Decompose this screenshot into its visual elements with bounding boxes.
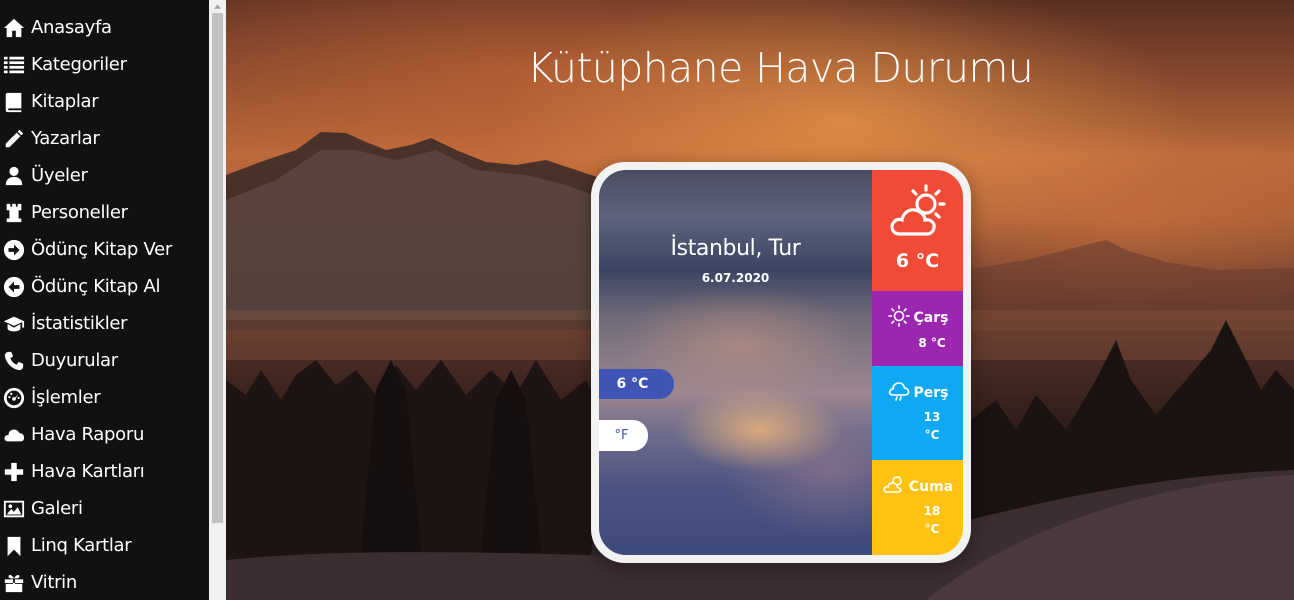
weather-date: 6.07.2020: [701, 271, 770, 285]
forecast-day-2-name: Perş: [913, 385, 949, 401]
sidebar-item-hava-kartlari[interactable]: Hava Kartları: [0, 453, 209, 490]
sidebar-item-odunc-kitap-ver[interactable]: Ödünç Kitap Ver: [0, 231, 209, 268]
arrow-left-circle-icon: [2, 275, 26, 299]
main-content: Kütüphane Hava Durumu İstanbul, Tur 6.07…: [226, 0, 1294, 600]
sidebar-item-label: Üyeler: [31, 165, 88, 186]
sidebar-item-label: Personeller: [31, 202, 128, 223]
sidebar-item-label: Vitrin: [31, 572, 77, 593]
sidebar-item-linq-kartlar[interactable]: Linq Kartlar: [0, 527, 209, 564]
sidebar-item-label: Ödünç Kitap Al: [31, 276, 161, 297]
sidebar-item-label: İşlemler: [31, 387, 101, 408]
sidebar-item-odunc-kitap-al[interactable]: Ödünç Kitap Al: [0, 268, 209, 305]
weather-card-inner: İstanbul, Tur 6.07.2020 6 °C °F 6 °C Çar…: [599, 170, 963, 555]
sidebar-item-label: Galeri: [31, 498, 83, 519]
sidebar-item-label: Hava Kartları: [31, 461, 145, 482]
arrow-right-circle-icon: [2, 238, 26, 262]
rain-cloud-icon: [887, 379, 911, 407]
sidebar-item-yazarlar[interactable]: Yazarlar: [0, 120, 209, 157]
sidebar-item-personeller[interactable]: Personeller: [0, 194, 209, 231]
forecast-day-2-temp-unit: °C: [924, 428, 940, 442]
sidebar-item-label: Yazarlar: [31, 128, 100, 149]
page-title: Kütüphane Hava Durumu: [526, 44, 1034, 92]
list-icon: [2, 53, 26, 77]
today-panel: 6 °C: [872, 170, 963, 291]
book-icon: [2, 90, 26, 114]
today-temperature: 6 °C: [895, 250, 940, 272]
sidebar-item-vitrin[interactable]: Vitrin: [0, 564, 209, 600]
forecast-day-2: Perş 13 °C: [872, 366, 963, 460]
city-name: İstanbul, Tur: [670, 236, 801, 261]
sidebar-item-label: Hava Raporu: [31, 424, 145, 445]
image-icon: [2, 497, 26, 521]
scrollbar-thumb[interactable]: [212, 13, 223, 523]
sidebar-item-label: Anasayfa: [31, 17, 112, 38]
cloud-icon: [2, 423, 26, 447]
partly-sunny-cloud-icon: [886, 182, 950, 246]
forecast-day-3-temp-value: 18: [923, 504, 941, 518]
sidebar-item-islemler[interactable]: İşlemler: [0, 379, 209, 416]
forecast-day-1-header: Çarş: [872, 304, 963, 332]
phone-icon: [2, 349, 26, 373]
forecast-day-1: Çarş 8 °C: [872, 291, 963, 366]
sun-icon: [887, 304, 911, 332]
pencil-icon: [2, 127, 26, 151]
sidebar-menu: Anasayfa Kategoriler Kitaplar Yazarlar Ü…: [0, 0, 209, 600]
scroll-up-arrow-icon[interactable]: [209, 0, 226, 12]
forecast-day-1-temp: 8 °C: [918, 336, 946, 350]
forecast-day-2-header: Perş: [872, 379, 963, 407]
partly-cloudy-icon: [882, 473, 906, 501]
tower-icon: [2, 201, 26, 225]
forecast-day-3-name: Cuma: [908, 479, 954, 495]
fahrenheit-toggle-button[interactable]: °F: [599, 420, 648, 451]
home-icon: [2, 16, 26, 40]
forecast-day-3-temp-unit: °C: [924, 522, 940, 536]
sidebar-item-label: Kategoriler: [31, 54, 127, 75]
sidebar-item-hava-raporu[interactable]: Hava Raporu: [0, 416, 209, 453]
graduation-cap-icon: [2, 312, 26, 336]
sidebar-item-kitaplar[interactable]: Kitaplar: [0, 83, 209, 120]
forecast-day-2-temp-value: 13: [923, 410, 941, 424]
weather-card: İstanbul, Tur 6.07.2020 6 °C °F 6 °C Çar…: [591, 162, 971, 563]
bookmark-icon: [2, 534, 26, 558]
sidebar-item-kategoriler[interactable]: Kategoriler: [0, 46, 209, 83]
sidebar-item-label: Kitaplar: [31, 91, 99, 112]
celsius-toggle-button[interactable]: 6 °C: [599, 369, 674, 399]
forecast-day-1-name: Çarş: [913, 310, 949, 326]
sidebar-item-uyeler[interactable]: Üyeler: [0, 157, 209, 194]
sidebar-item-label: Ödünç Kitap Ver: [31, 239, 172, 260]
sidebar-item-istatistikler[interactable]: İstatistikler: [0, 305, 209, 342]
sidebar-item-anasayfa[interactable]: Anasayfa: [0, 9, 209, 46]
sidebar-item-label: Linq Kartlar: [31, 535, 132, 556]
sidebar-scrollbar[interactable]: [209, 0, 226, 600]
user-icon: [2, 164, 26, 188]
sidebar-item-label: Duyurular: [31, 350, 118, 371]
sidebar-item-duyurular[interactable]: Duyurular: [0, 342, 209, 379]
cloudy-sky-image: İstanbul, Tur 6.07.2020 6 °C °F: [599, 170, 872, 555]
plus-icon: [2, 460, 26, 484]
forecast-day-3: Cuma 18 °C: [872, 460, 963, 555]
gift-icon: [2, 571, 26, 595]
sidebar-item-galeri[interactable]: Galeri: [0, 490, 209, 527]
sidebar-item-label: İstatistikler: [31, 313, 128, 334]
forecast-day-3-header: Cuma: [872, 473, 963, 501]
dashboard-icon: [2, 386, 26, 410]
